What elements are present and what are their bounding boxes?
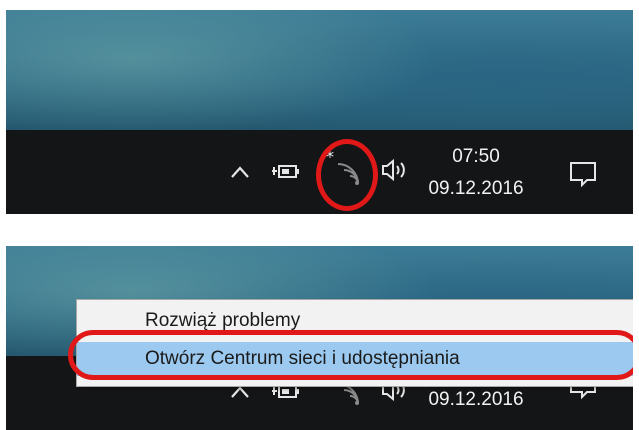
- battery-icon[interactable]: [270, 160, 300, 182]
- menu-item-highlight-ellipse: [68, 330, 633, 380]
- clock-time: 07:50: [452, 146, 500, 167]
- notification-icon[interactable]: [568, 160, 598, 188]
- wifi-highlight-circle: [316, 139, 378, 211]
- show-hidden-icons-chevron-icon[interactable]: [229, 164, 251, 180]
- clock[interactable]: 07:50 09.12.2016: [416, 145, 536, 201]
- taskbar: * 07:50 09.12.2016: [6, 130, 633, 214]
- top-screenshot-panel: * 07:50 09.12.2016: [6, 10, 633, 214]
- clock-date: 09.12.2016: [428, 389, 524, 410]
- clock[interactable]: 09.12.2016: [416, 388, 536, 412]
- volume-icon[interactable]: [380, 158, 408, 182]
- clock-date: 09.12.2016: [428, 178, 524, 199]
- desktop-background: [6, 10, 633, 130]
- bottom-screenshot-panel: 09.12.2016 Rozwiąż problemy Otwórz Centr…: [6, 246, 633, 430]
